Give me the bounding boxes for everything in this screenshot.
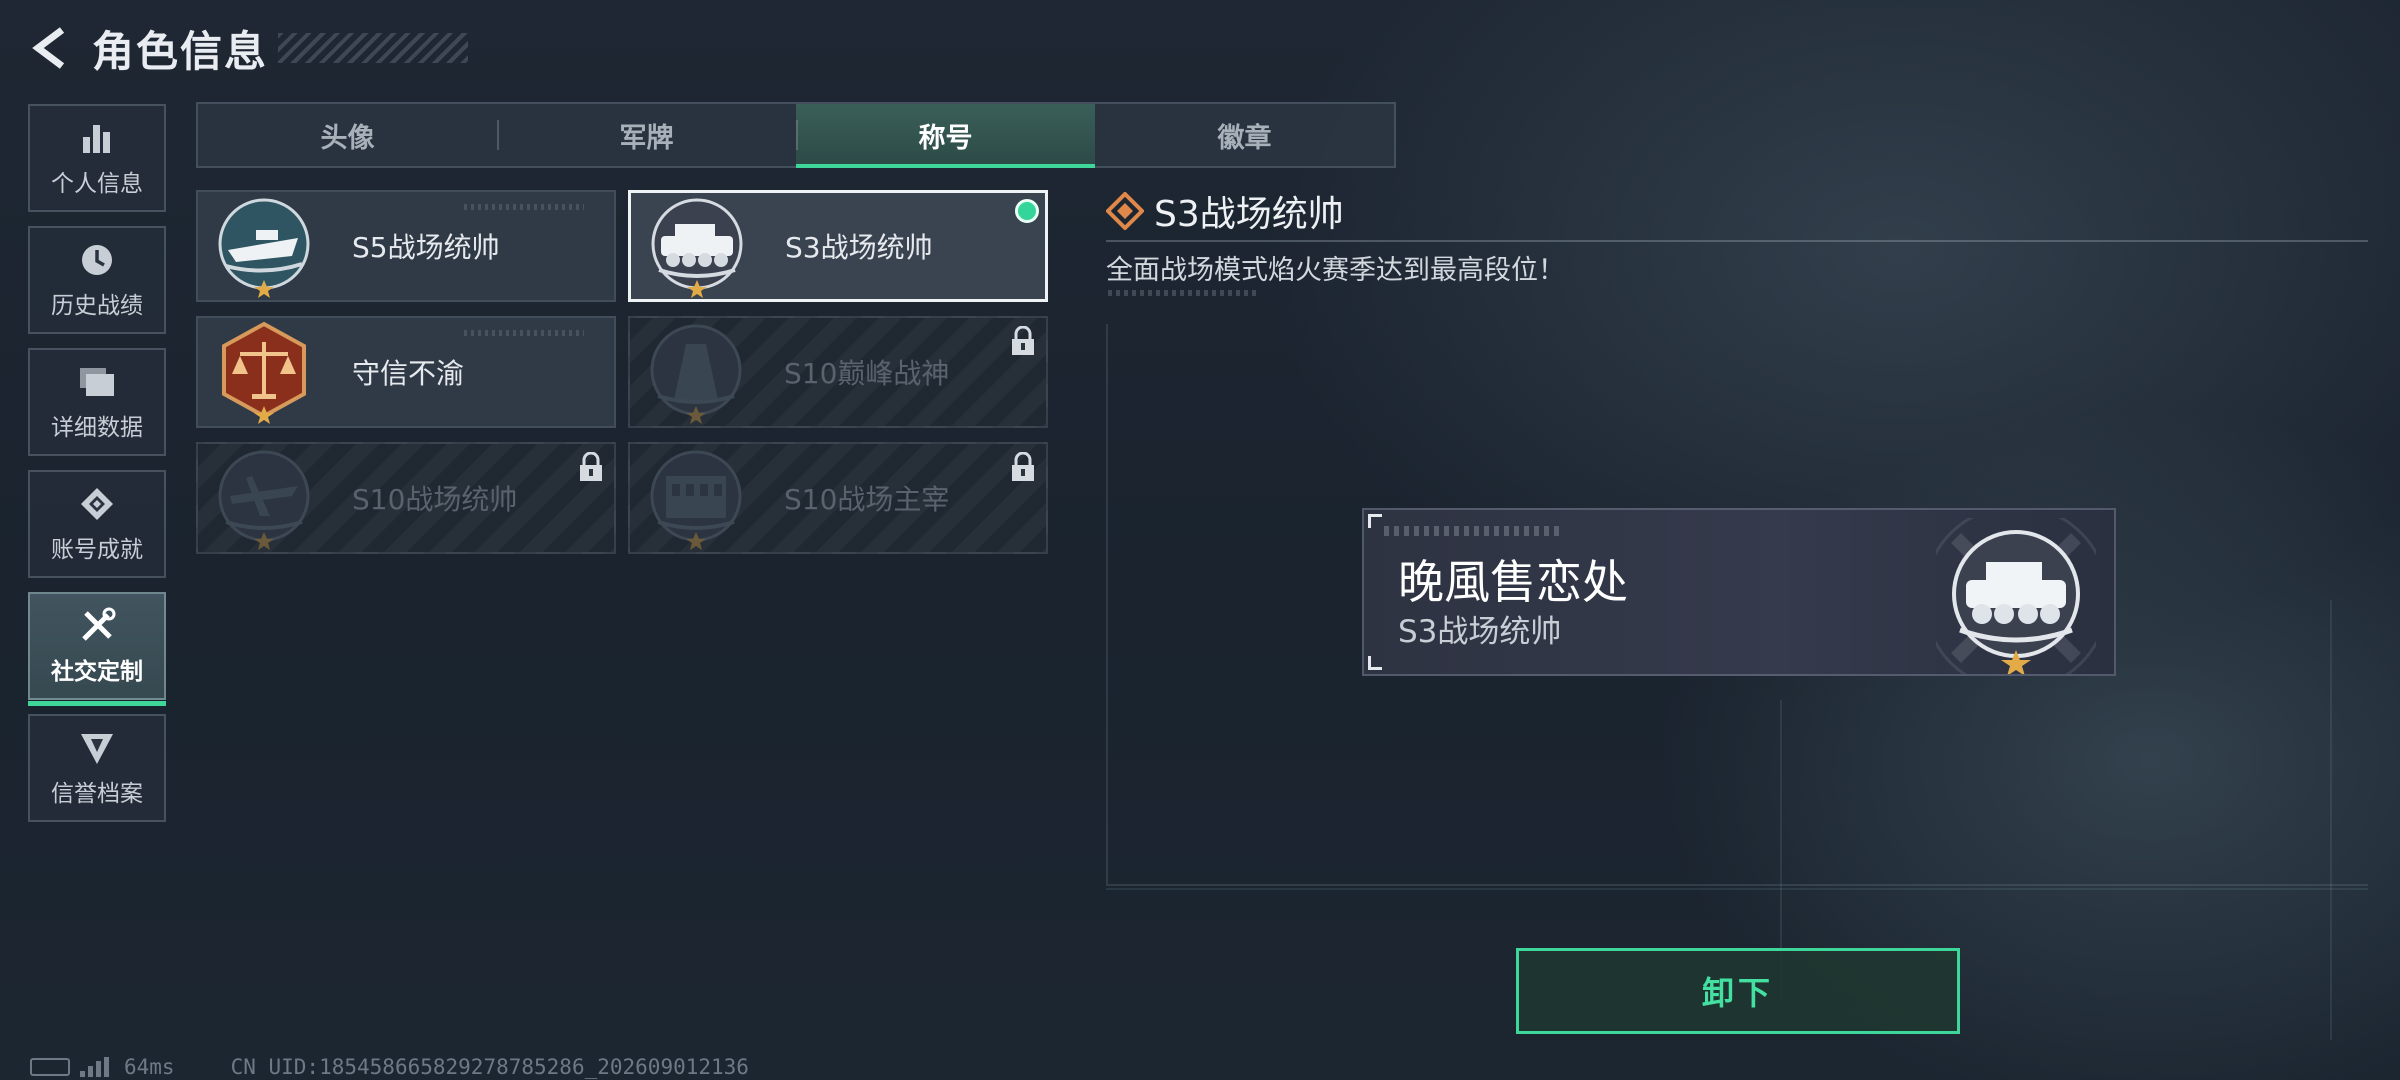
user-uid: CN UID:18545866582927878528​6_2026090121… bbox=[230, 1055, 749, 1079]
sidebar-item-label: 账号成就 bbox=[51, 537, 143, 563]
title-name: 守信不渝 bbox=[352, 357, 465, 390]
card-decoration bbox=[464, 204, 584, 210]
title-name: S3战场统帅 bbox=[785, 231, 933, 264]
tools-icon bbox=[77, 606, 117, 646]
sidebar-item-achievements[interactable]: 账号成就 bbox=[28, 470, 166, 578]
back-arrow-icon[interactable] bbox=[30, 24, 70, 72]
player-title: S3战场统帅 bbox=[1398, 614, 1562, 650]
sidebar-item-label: 详细数据 bbox=[51, 415, 143, 441]
status-bar: 64ms CN UID:18545866582927878528​6_20260… bbox=[30, 1054, 749, 1080]
tab-bar: 头像 军牌 称号 徽章 bbox=[196, 102, 1396, 168]
scales-badge-icon bbox=[212, 320, 316, 424]
title-name: S5战场统帅 bbox=[352, 231, 500, 264]
equipped-indicator bbox=[1015, 199, 1039, 223]
unequip-button[interactable]: 卸下 bbox=[1516, 948, 1960, 1034]
header: 角色信息 bbox=[30, 20, 469, 76]
ping-value: 64ms bbox=[124, 1055, 175, 1079]
sidebar-item-label: 历史战绩 bbox=[51, 293, 143, 319]
bg-grid-line bbox=[1106, 888, 2368, 890]
sidebar: 个人信息 历史战绩 详细数据 账号成就 社交定制 信誉档案 bbox=[28, 104, 166, 836]
credit-shield-icon bbox=[77, 728, 117, 768]
nameplate-preview: 晚風售恋处 S3战场统帅 bbox=[1362, 508, 2116, 676]
corner-mark bbox=[1368, 514, 1382, 528]
title-card-s10-dominator[interactable]: S10战场主宰 bbox=[628, 442, 1048, 554]
title-card-s10-war-god[interactable]: S10巅峰战神 bbox=[628, 316, 1048, 428]
lock-icon bbox=[1010, 451, 1036, 482]
player-nickname: 晚風售恋处 bbox=[1398, 555, 1628, 609]
folder-icon bbox=[77, 362, 117, 402]
colosseum-badge-icon bbox=[644, 446, 748, 550]
detail-header: S3战场统帅 bbox=[1105, 186, 1344, 236]
plate-decoration bbox=[1384, 526, 1564, 536]
tank-badge-icon bbox=[645, 194, 749, 298]
sidebar-item-personal-info[interactable]: 个人信息 bbox=[28, 104, 166, 212]
screen: 角色信息 个人信息 历史战绩 详细数据 账号成就 社交定制 信誉档案 头像 军牌… bbox=[0, 0, 2400, 1080]
sidebar-item-label: 社交定制 bbox=[51, 659, 143, 685]
detail-title: S3战场统帅 bbox=[1154, 194, 1344, 235]
signal-icon bbox=[80, 1057, 110, 1077]
tab-avatar[interactable]: 头像 bbox=[198, 104, 497, 166]
card-decoration bbox=[464, 330, 584, 336]
corner-mark bbox=[1368, 656, 1382, 670]
tab-dog-tag[interactable]: 军牌 bbox=[497, 104, 796, 166]
title-card-s3-commander[interactable]: S3战场统帅 bbox=[628, 190, 1048, 302]
detail-decoration bbox=[1108, 290, 1258, 296]
title-name: S10战场主宰 bbox=[784, 483, 950, 516]
tank-badge-icon bbox=[1922, 510, 2110, 674]
clock-icon bbox=[77, 240, 117, 280]
tab-badge[interactable]: 徽章 bbox=[1095, 104, 1394, 166]
divider bbox=[1106, 240, 2368, 242]
lock-icon bbox=[1010, 325, 1036, 356]
title-card-s10-commander[interactable]: S10战场统帅 bbox=[196, 442, 616, 554]
sidebar-item-label: 信誉档案 bbox=[51, 781, 143, 807]
speedboat-badge-icon bbox=[212, 194, 316, 298]
detail-description: 全面战场模式焰火赛季达到最高段位！ bbox=[1106, 255, 1565, 286]
sidebar-item-social-custom[interactable]: 社交定制 bbox=[28, 592, 166, 706]
tower-badge-icon bbox=[644, 320, 748, 424]
title-name: S10战场统帅 bbox=[352, 483, 518, 516]
sidebar-item-label: 个人信息 bbox=[51, 171, 143, 197]
achievement-icon bbox=[77, 484, 117, 524]
lock-icon bbox=[578, 451, 604, 482]
sidebar-item-detailed-data[interactable]: 详细数据 bbox=[28, 348, 166, 456]
sidebar-item-match-history[interactable]: 历史战绩 bbox=[28, 226, 166, 334]
title-decoration bbox=[278, 33, 469, 63]
bar-chart-icon bbox=[77, 118, 117, 158]
plane-badge-icon bbox=[212, 446, 316, 550]
tab-title[interactable]: 称号 bbox=[796, 104, 1095, 168]
unequip-button-label: 卸下 bbox=[1701, 974, 1774, 1012]
battery-icon bbox=[30, 1058, 70, 1076]
title-card-s5-commander[interactable]: S5战场统帅 bbox=[196, 190, 616, 302]
diamond-icon bbox=[1105, 191, 1145, 231]
title-card-trustworthy[interactable]: 守信不渝 bbox=[196, 316, 616, 428]
title-name: S10巅峰战神 bbox=[784, 357, 950, 390]
sidebar-item-credit-record[interactable]: 信誉档案 bbox=[28, 714, 166, 822]
page-title: 角色信息 bbox=[92, 26, 269, 76]
